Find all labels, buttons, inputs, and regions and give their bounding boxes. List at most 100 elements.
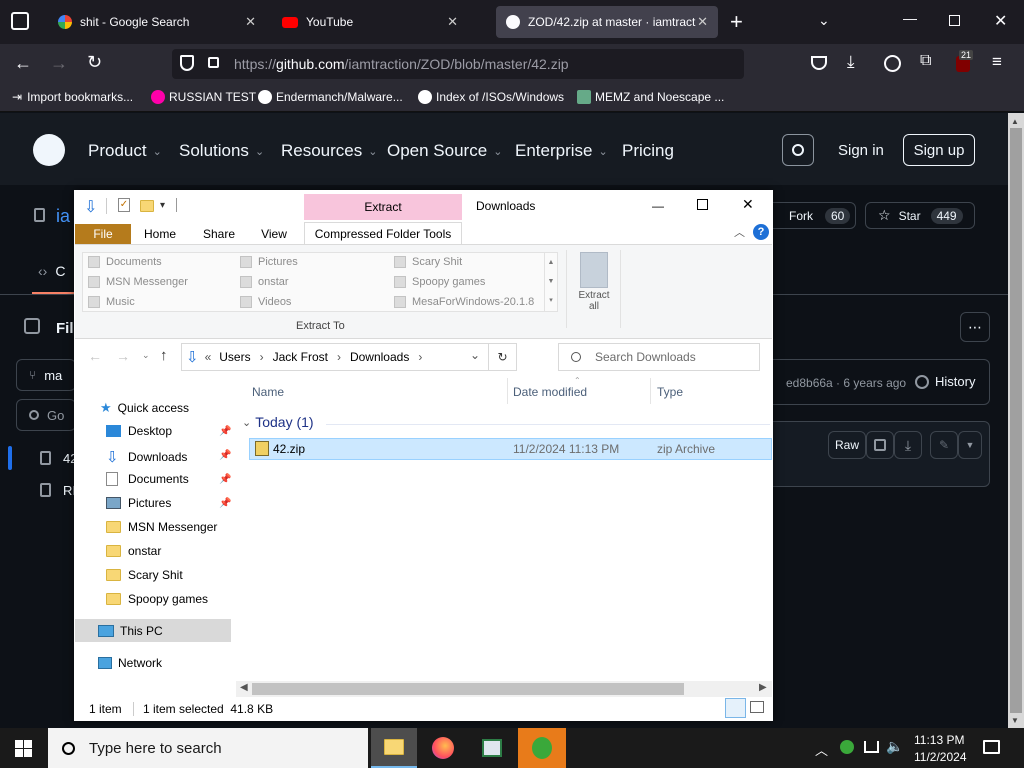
close-tab-icon[interactable]: ✕ bbox=[697, 14, 708, 30]
nav-scary-shit[interactable]: Scary Shit bbox=[106, 568, 183, 582]
scroll-down-arrow-icon[interactable]: ▼ bbox=[1011, 716, 1019, 725]
nav-solutions[interactable]: Solutions ⌄ bbox=[179, 141, 264, 161]
breadcrumb-separator-icon[interactable]: › bbox=[260, 350, 264, 364]
column-type[interactable]: Type bbox=[657, 385, 683, 399]
file-row-42-zip[interactable]: 42.zip 11/2/2024 11:13 PM zip Archive bbox=[249, 438, 772, 460]
lock-icon[interactable] bbox=[208, 57, 219, 68]
more-options-button[interactable]: ⋯ bbox=[960, 312, 990, 342]
url-bar[interactable]: https://github.com/iamtraction/ZOD/blob/… bbox=[172, 49, 744, 79]
tab-overview-icon[interactable] bbox=[11, 12, 29, 30]
breadcrumb-separator-icon[interactable]: › bbox=[337, 350, 341, 364]
close-window-icon[interactable]: ✕ bbox=[742, 196, 754, 213]
group-header-today[interactable]: ⌄ Today (1) bbox=[242, 414, 314, 430]
address-dropdown-chevron-icon[interactable]: ⌄ bbox=[470, 348, 480, 362]
minimize-window-icon[interactable]: — bbox=[652, 199, 664, 213]
recent-locations-chevron-icon[interactable]: ⌄ bbox=[142, 350, 150, 361]
extract-target-onstar[interactable]: onstar bbox=[240, 276, 289, 288]
history-link[interactable]: History bbox=[915, 374, 975, 389]
close-window-icon[interactable]: ✕ bbox=[994, 11, 1007, 31]
restore-window-icon[interactable] bbox=[949, 15, 960, 26]
ribbon-collapse-chevron-icon[interactable]: ︿ bbox=[734, 224, 745, 240]
sidebar-collapse-icon[interactable] bbox=[24, 318, 40, 334]
tab-file[interactable]: File bbox=[75, 224, 131, 244]
nav-spoopy-games[interactable]: Spoopy games bbox=[106, 592, 208, 606]
extract-target-mesa[interactable]: MesaForWindows-20.1.8 bbox=[394, 296, 534, 308]
volume-icon[interactable]: 🔈 bbox=[886, 738, 903, 755]
breadcrumb-separator-icon[interactable]: › bbox=[418, 350, 422, 364]
nav-quick-access[interactable]: ★ Quick access bbox=[100, 400, 189, 416]
help-icon[interactable]: ? bbox=[753, 224, 769, 240]
extract-target-music[interactable]: Music bbox=[88, 296, 135, 308]
tab-compressed-folder-tools[interactable]: Compressed Folder Tools bbox=[304, 222, 462, 244]
extract-target-pictures[interactable]: Pictures bbox=[240, 256, 298, 268]
nav-pictures[interactable]: Pictures bbox=[106, 496, 171, 510]
url-text[interactable]: https://github.com/iamtraction/ZOD/blob/… bbox=[234, 56, 569, 72]
bookmark-index-isos[interactable]: Index of /ISOs/Windows bbox=[418, 90, 564, 104]
nav-desktop[interactable]: Desktop bbox=[106, 424, 172, 438]
taskbar-search-box[interactable]: Type here to search bbox=[48, 728, 368, 768]
breadcrumb-users[interactable]: Users bbox=[219, 350, 250, 364]
forward-arrow-icon[interactable]: → bbox=[50, 53, 68, 74]
back-arrow-icon[interactable]: ← bbox=[14, 53, 32, 74]
network-status-icon[interactable] bbox=[864, 741, 879, 753]
sign-in-link[interactable]: Sign in bbox=[838, 142, 884, 159]
nav-enterprise[interactable]: Enterprise ⌄ bbox=[515, 141, 608, 161]
repo-owner[interactable]: ia bbox=[56, 206, 70, 227]
tray-messenger-icon[interactable] bbox=[840, 740, 854, 754]
windows-start-icon[interactable] bbox=[15, 740, 32, 757]
horizontal-scroll-thumb[interactable] bbox=[252, 683, 684, 695]
column-name[interactable]: Name bbox=[252, 385, 284, 399]
nav-documents[interactable]: Documents bbox=[106, 472, 189, 486]
clock-time[interactable]: 11:13 PM bbox=[914, 733, 964, 747]
extract-target-documents[interactable]: Documents bbox=[88, 256, 162, 268]
tab-github-zod[interactable]: ZOD/42.zip at master · iamtract ✕ bbox=[496, 6, 718, 38]
sign-up-button[interactable]: Sign up bbox=[903, 134, 975, 166]
fork-button[interactable]: Fork 60 bbox=[766, 202, 856, 229]
breadcrumb-jack-frost[interactable]: Jack Frost bbox=[273, 350, 328, 364]
raw-button[interactable]: Raw bbox=[828, 431, 866, 459]
tab-view[interactable]: View bbox=[254, 224, 294, 244]
column-date-modified[interactable]: Date modified bbox=[513, 385, 587, 399]
search-downloads-input[interactable]: Search Downloads bbox=[558, 343, 760, 371]
extract-all-button[interactable]: Extract all bbox=[572, 250, 616, 314]
edit-dropdown-button[interactable]: ▼ bbox=[958, 431, 982, 459]
download-raw-button[interactable]: ⤓ bbox=[894, 431, 922, 459]
scroll-right-arrow-icon[interactable]: ▶ bbox=[759, 682, 767, 693]
file-tree-item[interactable]: RI bbox=[40, 483, 76, 498]
nav-pricing[interactable]: Pricing bbox=[622, 141, 674, 161]
branch-selector[interactable]: ⑂ ma bbox=[16, 359, 76, 391]
bookmark-memz[interactable]: MEMZ and Noescape ... bbox=[577, 90, 724, 104]
nav-msn-messenger[interactable]: MSN Messenger bbox=[106, 520, 217, 534]
star-button[interactable]: ☆ Star 449 bbox=[865, 202, 975, 229]
show-hidden-icons-chevron-icon[interactable]: ︿ bbox=[815, 740, 828, 759]
minimize-window-icon[interactable]: — bbox=[903, 10, 917, 26]
extensions-puzzle-icon[interactable]: ⧉ bbox=[920, 52, 931, 70]
app-menu-icon[interactable]: ≡ bbox=[992, 52, 1002, 72]
nav-network[interactable]: Network bbox=[98, 656, 162, 670]
bookmark-import[interactable]: ⇥ Import bookmarks... bbox=[12, 90, 133, 104]
tab-google-search[interactable]: shit - Google Search ✕ bbox=[48, 6, 266, 38]
close-tab-icon[interactable]: ✕ bbox=[245, 14, 256, 30]
file-tree-item[interactable]: 42 bbox=[40, 451, 77, 466]
breadcrumb-downloads[interactable]: Downloads bbox=[350, 350, 409, 364]
large-icons-view-icon[interactable] bbox=[750, 701, 764, 713]
nav-product[interactable]: Product ⌄ bbox=[88, 141, 162, 161]
maximize-window-icon[interactable] bbox=[697, 199, 708, 210]
address-bar[interactable]: ⇩ « Users › Jack Frost › Downloads › ⌄ ↻ bbox=[181, 343, 517, 371]
back-arrow-icon[interactable]: ← bbox=[88, 348, 102, 364]
reload-icon[interactable]: ↻ bbox=[87, 52, 102, 73]
taskbar-app-3[interactable] bbox=[469, 728, 515, 768]
taskbar-firefox[interactable] bbox=[420, 728, 466, 768]
details-view-icon[interactable] bbox=[725, 698, 746, 718]
up-arrow-icon[interactable]: ↑ bbox=[160, 347, 168, 364]
search-button[interactable] bbox=[782, 134, 814, 166]
scroll-left-arrow-icon[interactable]: ◀ bbox=[240, 682, 248, 693]
gallery-scrollbar[interactable]: ▲ ▼ ▾ bbox=[544, 253, 557, 311]
breadcrumb-overflow-icon[interactable]: « bbox=[205, 350, 212, 364]
commit-info[interactable]: ed8b66a · 6 years ago bbox=[786, 376, 906, 390]
tab-code[interactable]: ‹› C bbox=[38, 263, 65, 279]
page-scrollbar-thumb[interactable] bbox=[1010, 128, 1022, 713]
go-to-file-input[interactable]: Go bbox=[16, 399, 76, 431]
extract-target-spoopy-games[interactable]: Spoopy games bbox=[394, 276, 485, 288]
tab-youtube[interactable]: YouTube ✕ bbox=[272, 6, 468, 38]
